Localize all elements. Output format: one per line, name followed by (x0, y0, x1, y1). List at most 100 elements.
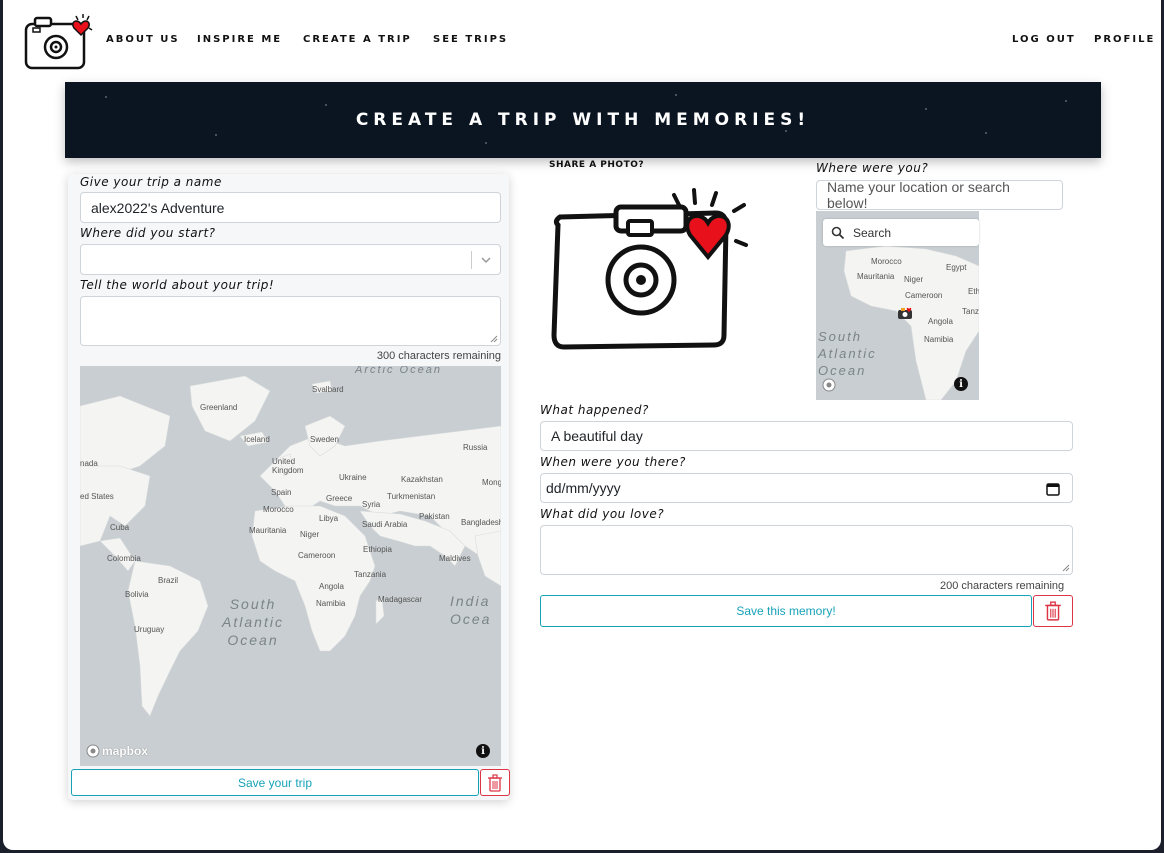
small-map-label-mauritania: Mauritania (857, 272, 895, 281)
small-map-label-cameroon: Cameroon (905, 291, 943, 300)
trip-about-counter: 300 characters remaining (376, 350, 501, 362)
resize-handle-icon[interactable] (1062, 564, 1070, 572)
mapbox-logo-icon[interactable]: mapbox (86, 744, 148, 758)
map-label-bolivia: Bolivia (125, 590, 149, 599)
when-label: When were you there? (540, 455, 686, 469)
where-were-you-label: Where were you? (816, 161, 929, 175)
nav-about-us[interactable]: About Us (106, 34, 180, 45)
map-label-colombia: Colombia (107, 554, 141, 563)
map-label-greenland: Greenland (200, 403, 238, 412)
map-search-input[interactable]: Search (823, 219, 979, 246)
what-happened-input[interactable]: A beautiful day (540, 421, 1073, 451)
date-input[interactable]: dd/mm/yyyy (540, 473, 1073, 503)
map-label-pakistan: Pakistan (419, 512, 450, 521)
trip-name-value: alex2022's Adventure (91, 199, 225, 216)
map-label-angola: Angola (319, 582, 344, 591)
map-label-morocco: Morocco (263, 505, 294, 514)
map-label-brazil: Brazil (158, 576, 179, 585)
banner-title: Create a trip with memories! (355, 110, 811, 130)
small-map-label-tanz: Tanz (962, 307, 979, 316)
delete-trip-button[interactable] (480, 769, 510, 796)
start-location-select[interactable] (80, 244, 501, 275)
page: About Us Inspire Me Create a Trip See Tr… (3, 0, 1161, 850)
map-label-niger: Niger (300, 530, 320, 539)
small-map-label-egypt: Egypt (946, 263, 967, 272)
location-input[interactable]: Name your location or search below! (816, 179, 1063, 211)
chevron-down-icon (481, 257, 491, 264)
what-happened-label: What happened? (540, 403, 649, 417)
map-label-libya: Libya (319, 514, 339, 523)
map-label-ukraine: Ukraine (339, 473, 367, 482)
map-label-madagascar: Madagascar (378, 595, 423, 604)
map-label-uk: United Kingdom (272, 457, 304, 475)
camera-heart-upload-icon[interactable] (546, 185, 751, 350)
location-placeholder: Name your location or search below! (827, 179, 1010, 211)
save-trip-label: Save your trip (237, 775, 313, 790)
trip-card: Give your trip a name alex2022's Adventu… (68, 174, 510, 800)
camera-marker-icon[interactable] (897, 306, 913, 320)
trash-icon (488, 773, 502, 792)
trip-name-label: Give your trip a name (80, 175, 222, 189)
map-label-saudi-arabia: Saudi Arabia (362, 520, 408, 529)
nav-log-out[interactable]: Log Out (1012, 34, 1076, 45)
camera-heart-logo-icon[interactable] (23, 12, 95, 72)
what-loved-label: What did you love? (540, 507, 665, 521)
map-label-mong: Mong (482, 478, 501, 487)
trip-name-input[interactable]: alex2022's Adventure (80, 192, 501, 223)
trip-about-label: Tell the world about your trip! (80, 278, 275, 292)
small-map-label-namibia: Namibia (924, 335, 954, 344)
map-label-iceland: Iceland (244, 435, 270, 444)
map-label-bangladesh: Bangladesh (461, 518, 501, 527)
what-happened-value: A beautiful day (551, 428, 643, 444)
map-label-spain: Spain (271, 488, 292, 497)
small-map-ocean: South Atlantic Ocean (818, 329, 877, 378)
small-map-label-niger: Niger (904, 275, 924, 284)
map-label-sweden: Sweden (310, 435, 339, 444)
nav-see-trips[interactable]: See Trips (433, 34, 508, 45)
small-map-info-icon[interactable]: i (954, 377, 968, 391)
map-ocean-south-atlantic: South Atlantic Ocean (222, 596, 284, 649)
resize-handle-icon[interactable] (490, 335, 498, 343)
map-label-uruguay: Uruguay (134, 625, 165, 634)
trip-about-textarea[interactable] (80, 296, 501, 346)
share-photo-label: Share a photo? (549, 160, 645, 170)
world-map-landmass (80, 375, 501, 717)
save-memory-button[interactable]: Save this memory! (540, 595, 1032, 627)
small-map-label-angola: Angola (928, 317, 953, 326)
map-label-ed-states: ed States (80, 492, 114, 501)
map-label-russia: Russia (463, 443, 488, 452)
map-label-tanzania: Tanzania (354, 570, 387, 579)
date-placeholder: dd/mm/yyyy (546, 480, 621, 496)
nav-profile[interactable]: Profile (1094, 34, 1155, 45)
map-label-cameroon: Cameroon (298, 551, 336, 560)
what-loved-textarea[interactable] (540, 525, 1073, 575)
small-mapbox-logo-icon[interactable] (822, 378, 836, 392)
what-loved-counter: 200 characters remaining (940, 580, 1065, 592)
map-label-maldives: Maldives (439, 554, 471, 563)
map-label-svalbard: Svalbard (312, 385, 344, 394)
hero-banner: Create a trip with memories! (65, 82, 1101, 158)
map-label-syria: Syria (362, 500, 381, 509)
map-info-icon[interactable]: i (476, 744, 490, 758)
calendar-icon[interactable] (1046, 482, 1060, 496)
start-location-label: Where did you start? (80, 226, 216, 240)
map-label-greece: Greece (326, 494, 353, 503)
trip-map[interactable]: Greenland Svalbard Iceland Sweden Russia… (80, 366, 501, 766)
map-ocean-indian: India Ocea (450, 593, 492, 628)
trash-icon (1045, 601, 1061, 621)
save-trip-button[interactable]: Save your trip (71, 769, 479, 796)
map-search-placeholder: Search (853, 225, 892, 240)
save-memory-label: Save this memory! (736, 604, 836, 618)
nav-create-trip[interactable]: Create a Trip (303, 34, 412, 45)
small-map-label-morocco: Morocco (871, 257, 902, 266)
small-map-label-eth: Eth (968, 287, 979, 296)
map-label-cuba: Cuba (110, 523, 130, 532)
mapbox-attribution: mapbox (102, 744, 149, 758)
delete-memory-button[interactable] (1033, 595, 1073, 627)
map-label-mauritania: Mauritania (249, 526, 287, 535)
nav-inspire-me[interactable]: Inspire Me (197, 34, 282, 45)
map-ocean-arctic: Arctic Ocean (355, 366, 442, 376)
search-icon (831, 226, 845, 239)
map-label-nada: nada (80, 459, 98, 468)
map-label-ethiopia: Ethiopia (363, 545, 392, 554)
